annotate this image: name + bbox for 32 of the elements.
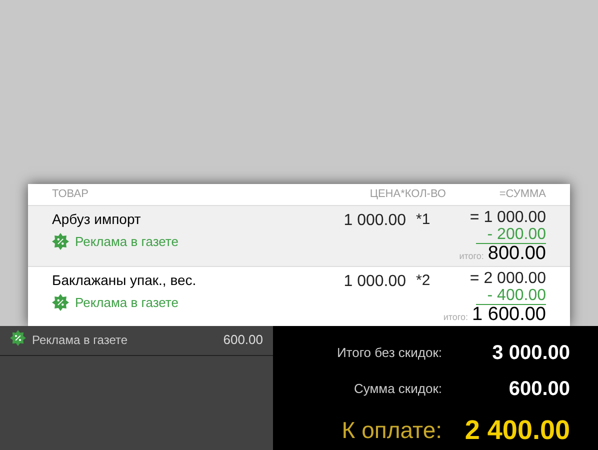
line-sum: = 1 000.00: [470, 209, 546, 226]
column-header: ТОВАР: [52, 187, 90, 202]
discount-name: Реклама в газете: [75, 233, 178, 252]
discount-total: 600.00: [223, 331, 263, 350]
quantity: *2: [415, 271, 432, 292]
column-header: ЦЕНА*КОЛ-ВО: [368, 187, 446, 202]
product-name: Баклажаны упак., вес.: [52, 271, 198, 290]
discount-badge-icon: [10, 330, 26, 346]
discount-sum-value: 600.00: [508, 376, 570, 402]
discount-name: Реклама в газете: [75, 294, 178, 312]
discount-name: Реклама в газете: [32, 332, 129, 349]
line-total: 800.00: [488, 244, 546, 264]
quantity: *1: [415, 210, 432, 230]
pay-label: К оплате:: [342, 416, 442, 444]
price: 1 000.00: [342, 211, 406, 232]
product-name: Арбуз импорт: [52, 210, 142, 230]
receipt-row[interactable]: Арбуз импорт Реклама в газете 1 000.00 *1 = 1 000.00 - 200.00 итого: 800.00: [28, 206, 570, 268]
discount-amount: - 200.00: [476, 226, 546, 244]
discount-badge-icon: [52, 233, 69, 250]
line-total: 1 600.00: [472, 305, 546, 326]
receipt-row[interactable]: Баклажаны упак., вес. Реклама в газете 1 000.00 *2 = 2 000.00 - 400.00 итого: 1 600.00: [28, 267, 570, 326]
total-label: итого:: [459, 250, 484, 264]
subtotal-label: Итого без скидок:: [336, 344, 442, 362]
total-label: итого:: [443, 311, 468, 324]
discount-amount: - 400.00: [476, 287, 546, 306]
line-sum: = 2 000.00: [470, 270, 546, 288]
price: 1 000.00: [342, 272, 406, 292]
discount-sum-label: Сумма скидок:: [354, 380, 442, 398]
discount-badge-icon: [52, 294, 69, 312]
pay-value: 2 400.00: [464, 414, 570, 446]
column-header: =СУММА: [498, 187, 546, 202]
subtotal-value: 3 000.00: [491, 340, 570, 366]
